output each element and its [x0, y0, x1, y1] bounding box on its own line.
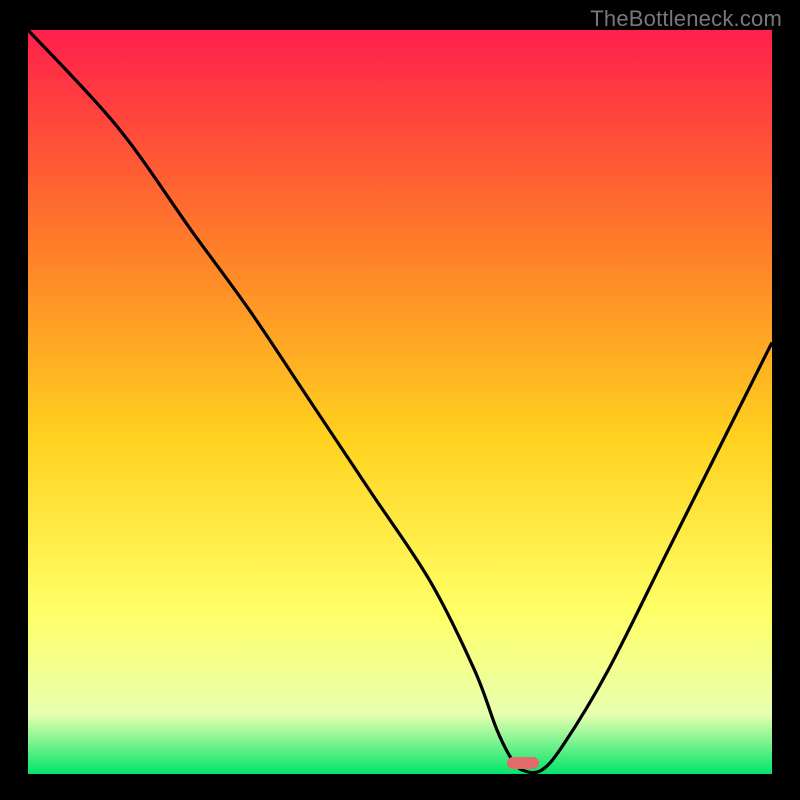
chart-container: TheBottleneck.com	[0, 0, 800, 800]
watermark-text: TheBottleneck.com	[590, 6, 782, 32]
bottleneck-curve	[28, 30, 772, 774]
plot-frame	[28, 30, 772, 774]
optimal-marker	[507, 757, 539, 769]
